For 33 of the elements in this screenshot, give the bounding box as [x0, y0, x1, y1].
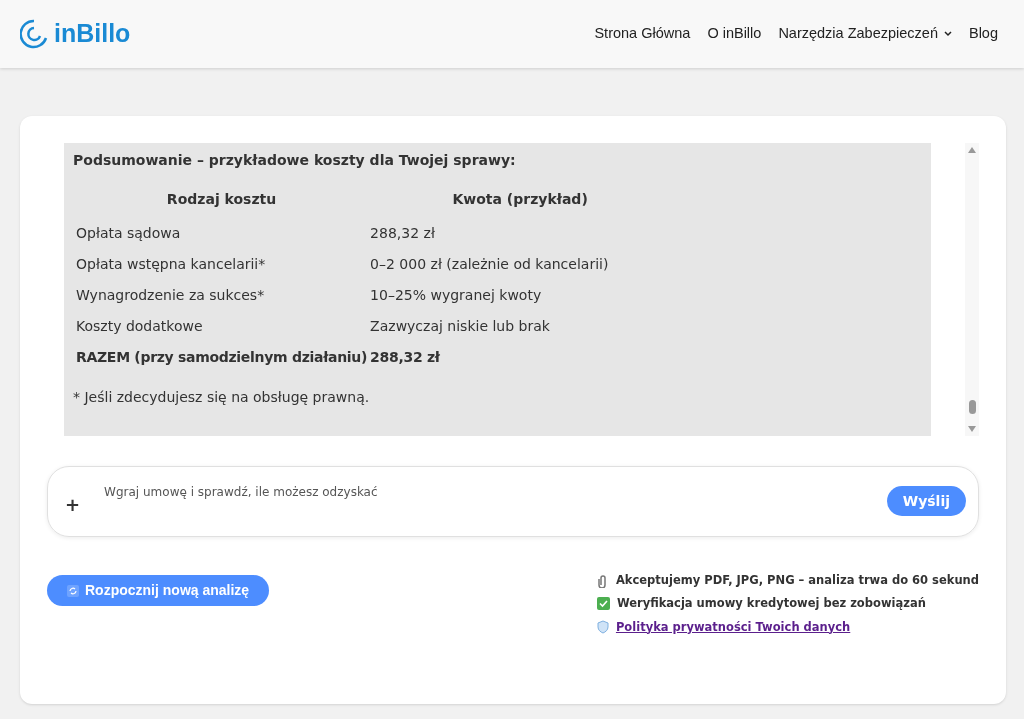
- info-text: Akceptujemy PDF, JPG, PNG – analiza trwa do 60 sekund: [615, 572, 979, 589]
- message-input[interactable]: Wgraj umowę i sprawdź, ile możesz odzyskać: [104, 483, 887, 501]
- logo-text[interactable]: inBillo: [54, 15, 131, 53]
- table-cell-text: Wynagrodzenie za sukces*: [76, 286, 266, 305]
- scrollbar[interactable]: [965, 143, 979, 436]
- checkmark-icon: [596, 597, 610, 611]
- table-cell-text: 288,32 zł: [370, 224, 436, 243]
- scroll-down-icon[interactable]: [968, 426, 976, 432]
- footnote: * Jeśli zdecydujesz się na obsługę prawną.: [73, 388, 371, 407]
- table-cell-text: 10–25% wygranej kwoty: [370, 286, 543, 305]
- scrollbar-thumb[interactable]: [968, 400, 976, 414]
- table-cell-text: Opłata wstępna kancelarii*: [76, 255, 267, 274]
- table-cell-text: 0–2 000 zł (zależnie od kancelarii): [370, 255, 610, 274]
- attach-button[interactable]: +: [65, 491, 81, 518]
- nav-link[interactable]: Strona Główna: [594, 23, 691, 45]
- info-text: Weryfikacja umowy kredytowej bez zobowiązań: [616, 595, 926, 613]
- table-cell-text: RAZEM (przy samodzielnym działaniu): [76, 348, 368, 367]
- paperclip-icon: [596, 573, 609, 588]
- nav-link[interactable]: Blog: [968, 23, 998, 45]
- column-header: Kwota (przykład): [451, 190, 589, 209]
- table-cell-text: Koszty dodatkowe: [76, 317, 204, 336]
- privacy-link[interactable]: Polityka prywatności Twoich danych: [615, 618, 851, 636]
- table-cell-text: Zazwyczaj niskie lub brak: [370, 317, 551, 336]
- column-header: Rodzaj kosztu: [165, 190, 278, 209]
- refresh-icon: [67, 584, 79, 597]
- summary-title: Podsumowanie – przykładowe koszty dla Twojej sprawy:: [73, 151, 517, 170]
- table-cell-text: 288,32 zł: [370, 348, 441, 367]
- table-cell-text: Opłata sądowa: [76, 224, 182, 243]
- scroll-up-icon[interactable]: [968, 147, 976, 153]
- nav-link[interactable]: Narzędzia Zabezpieczeń: [778, 23, 952, 45]
- logo-icon: [20, 18, 48, 50]
- shield-icon: [596, 620, 609, 635]
- nav-link[interactable]: O inBillo: [707, 23, 762, 45]
